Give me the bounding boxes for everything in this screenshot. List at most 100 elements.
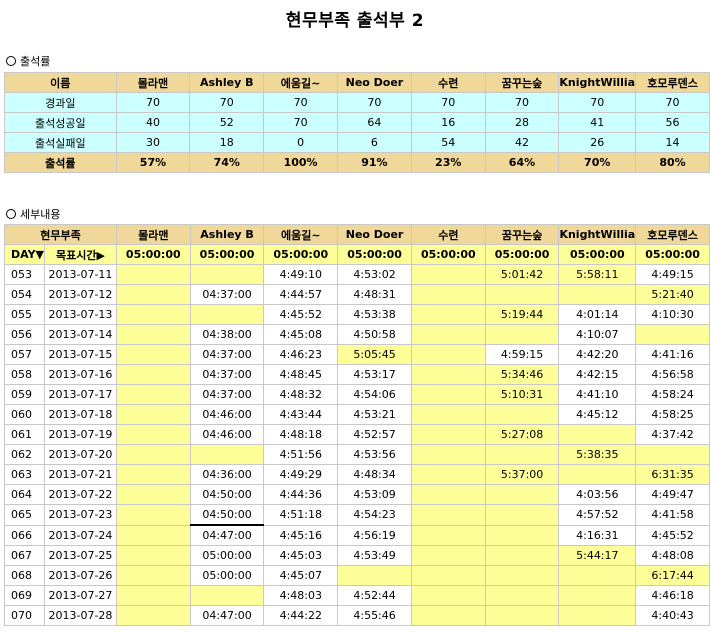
attendance-time-cell[interactable]: [410, 364, 486, 385]
attendance-time-cell[interactable]: 4:51:18: [263, 504, 339, 526]
attendance-time-cell[interactable]: 4:42:20: [558, 344, 637, 365]
attendance-time-cell[interactable]: [558, 464, 637, 485]
attendance-time-cell[interactable]: 4:48:08: [635, 545, 710, 566]
date-cell[interactable]: 2013-07-12: [44, 284, 117, 305]
attendance-time-cell[interactable]: [558, 585, 637, 606]
member-name-cell[interactable]: 수련: [410, 224, 486, 245]
target-time-cell[interactable]: 05:00:00: [189, 244, 265, 265]
stats-value-cell[interactable]: 18: [189, 132, 265, 153]
attendance-time-cell[interactable]: 04:47:00: [189, 524, 265, 546]
attendance-time-cell[interactable]: 04:50:00: [189, 504, 265, 526]
attendance-time-cell[interactable]: 4:45:52: [635, 524, 710, 546]
attendance-time-cell[interactable]: 4:53:09: [337, 484, 412, 505]
attendance-time-cell[interactable]: 04:37:00: [189, 344, 265, 365]
attendance-time-cell[interactable]: 5:34:46: [484, 364, 560, 385]
attendance-time-cell[interactable]: 04:36:00: [189, 464, 265, 485]
attendance-time-cell[interactable]: 4:41:58: [635, 504, 710, 526]
day-number-cell[interactable]: 066: [3, 524, 46, 546]
attendance-time-cell[interactable]: 4:53:56: [337, 444, 412, 465]
attendance-time-cell[interactable]: [189, 585, 265, 606]
attendance-time-cell[interactable]: [558, 424, 637, 445]
attendance-time-cell[interactable]: 4:46:18: [635, 585, 710, 606]
attendance-time-cell[interactable]: [410, 344, 486, 365]
attendance-time-cell[interactable]: [115, 504, 191, 526]
attendance-time-cell[interactable]: [484, 284, 560, 305]
attendance-time-cell[interactable]: [484, 504, 560, 526]
attendance-time-cell[interactable]: 4:41:16: [635, 344, 710, 365]
attendance-time-cell[interactable]: 4:43:44: [263, 404, 339, 425]
day-number-cell[interactable]: 061: [3, 424, 46, 445]
date-cell[interactable]: 2013-07-16: [44, 364, 117, 385]
attendance-time-cell[interactable]: [115, 324, 191, 345]
attendance-time-cell[interactable]: 4:48:03: [263, 585, 339, 606]
attendance-time-cell[interactable]: 4:58:25: [635, 404, 710, 425]
date-cell[interactable]: 2013-07-17: [44, 384, 117, 405]
day-number-cell[interactable]: 059: [3, 384, 46, 405]
attendance-time-cell[interactable]: 4:49:29: [263, 464, 339, 485]
attendance-time-cell[interactable]: 05:00:00: [189, 565, 265, 586]
attendance-time-cell[interactable]: 5:19:44: [484, 304, 560, 325]
stats-value-cell[interactable]: 41: [558, 112, 637, 133]
attendance-time-cell[interactable]: [484, 324, 560, 345]
stats-value-cell[interactable]: 70: [635, 92, 710, 113]
day-number-cell[interactable]: 056: [3, 324, 46, 345]
attendance-time-cell[interactable]: 4:48:32: [263, 384, 339, 405]
date-cell[interactable]: 2013-07-21: [44, 464, 117, 485]
attendance-time-cell[interactable]: 04:37:00: [189, 384, 265, 405]
attendance-time-cell[interactable]: 4:54:06: [337, 384, 412, 405]
day-number-cell[interactable]: 054: [3, 284, 46, 305]
attendance-time-cell[interactable]: 04:37:00: [189, 284, 265, 305]
attendance-time-cell[interactable]: 4:58:24: [635, 384, 710, 405]
attendance-time-cell[interactable]: [115, 444, 191, 465]
attendance-time-cell[interactable]: 4:16:31: [558, 524, 637, 546]
stats-value-cell[interactable]: 70: [336, 92, 412, 113]
member-name-cell[interactable]: 꿈꾸는숲: [484, 224, 560, 245]
attendance-time-cell[interactable]: [635, 444, 710, 465]
stats-value-cell[interactable]: 26: [558, 132, 637, 153]
day-number-cell[interactable]: 069: [3, 585, 46, 606]
attendance-time-cell[interactable]: 4:10:07: [558, 324, 637, 345]
day-number-cell[interactable]: 065: [3, 504, 46, 526]
attendance-time-cell[interactable]: 4:56:19: [337, 524, 412, 546]
stats-value-cell[interactable]: 42: [484, 132, 560, 153]
attendance-time-cell[interactable]: [484, 565, 560, 586]
attendance-time-cell[interactable]: 6:31:35: [635, 464, 710, 485]
attendance-time-cell[interactable]: 5:37:00: [484, 464, 560, 485]
member-name-cell[interactable]: Ashley B: [189, 224, 265, 245]
stats-value-cell[interactable]: 70: [558, 92, 637, 113]
attendance-time-cell[interactable]: [484, 585, 560, 606]
attendance-time-cell[interactable]: 4:45:52: [263, 304, 339, 325]
attendance-time-cell[interactable]: 4:46:23: [263, 344, 339, 365]
attendance-time-cell[interactable]: 4:45:07: [263, 565, 339, 586]
attendance-time-cell[interactable]: [115, 565, 191, 586]
stats-value-cell[interactable]: 80%: [635, 152, 710, 173]
target-time-cell[interactable]: 05:00:00: [410, 244, 486, 265]
member-name-cell[interactable]: 호모루덴스: [635, 224, 710, 245]
attendance-time-cell[interactable]: 4:49:15: [635, 264, 710, 285]
date-cell[interactable]: 2013-07-26: [44, 565, 117, 586]
attendance-time-cell[interactable]: 4:40:43: [635, 605, 710, 626]
attendance-time-cell[interactable]: [410, 424, 486, 445]
attendance-time-cell[interactable]: 04:46:00: [189, 424, 265, 445]
day-number-cell[interactable]: 058: [3, 364, 46, 385]
day-number-cell[interactable]: 057: [3, 344, 46, 365]
attendance-time-cell[interactable]: [410, 484, 486, 505]
attendance-time-cell[interactable]: 4:52:57: [337, 424, 412, 445]
attendance-time-cell[interactable]: [484, 444, 560, 465]
attendance-time-cell[interactable]: [484, 404, 560, 425]
attendance-time-cell[interactable]: [484, 524, 560, 546]
attendance-time-cell[interactable]: 4:44:36: [263, 484, 339, 505]
attendance-time-cell[interactable]: [410, 324, 486, 345]
attendance-time-cell[interactable]: 4:45:03: [263, 545, 339, 566]
day-number-cell[interactable]: 063: [3, 464, 46, 485]
member-name-cell[interactable]: Neo Doer: [336, 72, 412, 93]
day-number-cell[interactable]: 062: [3, 444, 46, 465]
stats-value-cell[interactable]: 64: [336, 112, 412, 133]
attendance-time-cell[interactable]: 5:58:11: [558, 264, 637, 285]
attendance-time-cell[interactable]: 4:49:10: [263, 264, 339, 285]
attendance-time-cell[interactable]: [115, 424, 191, 445]
date-cell[interactable]: 2013-07-27: [44, 585, 117, 606]
attendance-time-cell[interactable]: [410, 444, 486, 465]
member-name-cell[interactable]: 호모루덴스: [635, 72, 710, 93]
attendance-time-cell[interactable]: 4:53:17: [337, 364, 412, 385]
